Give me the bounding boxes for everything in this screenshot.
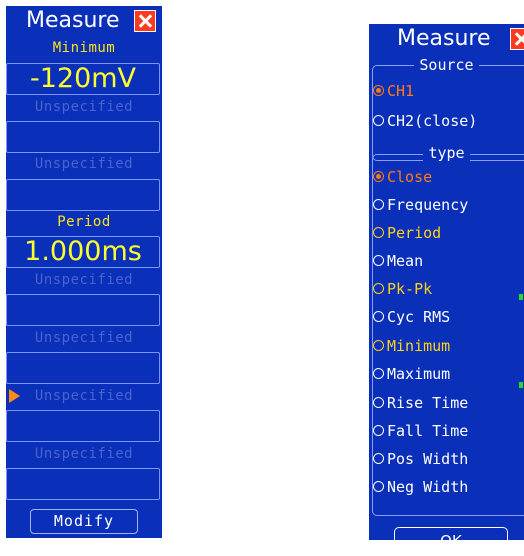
right-menu-title: Measure — [397, 26, 491, 51]
type-option-mean[interactable]: Mean — [373, 250, 423, 272]
type-option-cyc-rms[interactable]: Cyc RMS — [373, 306, 450, 328]
type-option-pos-width[interactable]: Pos Width — [373, 448, 468, 470]
right-title-bar: Measure — [369, 24, 524, 54]
type-option-minimum[interactable]: Minimum — [373, 335, 450, 357]
slot-3-label: Unspecified — [34, 156, 134, 172]
measure-menu-right: Measure Source CH1 CH2(close) type Close… — [369, 24, 524, 556]
slot-4-label: Period — [57, 214, 111, 230]
slot-7-label: Unspecified — [34, 388, 134, 404]
slot-5-label: Unspecified — [34, 272, 134, 288]
type-option-frequency[interactable]: Frequency — [373, 194, 468, 216]
measure-menu-left: Measure Minimum -120mV Unspecified Unspe… — [6, 6, 162, 538]
slot-1-value: -120mV — [29, 63, 137, 94]
slot-1-label: Minimum — [52, 40, 116, 56]
type-option-neg-width[interactable]: Neg Width — [373, 476, 468, 498]
radio-selected-icon — [373, 171, 384, 182]
source-group-title-text: Source — [414, 56, 479, 74]
radio-icon — [373, 340, 384, 351]
source-option-ch2[interactable]: CH2(close) — [373, 110, 477, 132]
type-option-rise-time[interactable]: Rise Time — [373, 392, 468, 414]
radio-icon — [373, 115, 384, 126]
type-option-cyc-rms-label: Cyc RMS — [387, 308, 451, 326]
type-group-title-text: type — [423, 144, 470, 162]
slot-4-value: 1.000ms — [24, 236, 142, 267]
slot-4-value-box[interactable]: 1.000ms — [6, 236, 160, 268]
slot-5-value-box[interactable] — [6, 294, 160, 326]
type-option-maximum[interactable]: Maximum — [373, 363, 450, 385]
radio-icon — [373, 368, 384, 379]
type-option-period[interactable]: Period — [373, 222, 441, 244]
radio-icon — [373, 199, 384, 210]
radio-icon — [373, 227, 384, 238]
slot-1-value-box[interactable]: -120mV — [6, 63, 160, 95]
radio-icon — [373, 481, 384, 492]
type-group-title: type — [369, 144, 524, 162]
radio-icon — [373, 425, 384, 436]
type-option-period-label: Period — [387, 224, 442, 242]
left-title-bar: Measure — [6, 6, 162, 36]
radio-icon — [373, 283, 384, 294]
trace-marker-icon — [519, 294, 523, 300]
type-option-frequency-label: Frequency — [387, 196, 469, 214]
source-group-title: Source — [369, 56, 524, 74]
right-close-icon[interactable] — [510, 28, 524, 50]
modify-button[interactable]: Modify — [30, 509, 138, 534]
type-option-close-label: Close — [387, 168, 433, 186]
slot-7-value-box[interactable] — [6, 410, 160, 442]
radio-icon — [373, 255, 384, 266]
type-option-fall-time[interactable]: Fall Time — [373, 420, 468, 442]
source-option-ch1[interactable]: CH1 — [373, 80, 414, 102]
left-close-icon[interactable] — [134, 10, 156, 32]
type-option-mean-label: Mean — [387, 252, 424, 270]
type-option-rise-time-label: Rise Time — [387, 394, 469, 412]
type-option-close[interactable]: Close — [373, 166, 432, 188]
slot-6-value-box[interactable] — [6, 352, 160, 384]
screenshot-edge — [262, 540, 524, 556]
radio-icon — [373, 311, 384, 322]
source-option-ch1-label: CH1 — [387, 82, 415, 100]
type-option-minimum-label: Minimum — [387, 337, 451, 355]
type-option-pk-pk[interactable]: Pk-Pk — [373, 278, 432, 300]
radio-selected-icon — [373, 85, 384, 96]
type-option-pk-pk-label: Pk-Pk — [387, 280, 433, 298]
slot-3-value-box[interactable] — [6, 179, 160, 211]
source-option-ch2-label: CH2(close) — [387, 112, 478, 130]
slot-6-label: Unspecified — [34, 330, 134, 346]
slot-8-value-box[interactable] — [6, 468, 160, 500]
trace-marker-icon-2 — [519, 382, 523, 388]
type-option-neg-width-label: Neg Width — [387, 478, 469, 496]
type-option-maximum-label: Maximum — [387, 365, 451, 383]
type-option-fall-time-label: Fall Time — [387, 422, 469, 440]
radio-icon — [373, 453, 384, 464]
slot-2-label: Unspecified — [34, 99, 134, 115]
slot-8-label: Unspecified — [34, 446, 134, 462]
radio-icon — [373, 397, 384, 408]
left-menu-title: Measure — [26, 8, 120, 33]
type-option-pos-width-label: Pos Width — [387, 450, 469, 468]
slot-2-value-box[interactable] — [6, 121, 160, 153]
